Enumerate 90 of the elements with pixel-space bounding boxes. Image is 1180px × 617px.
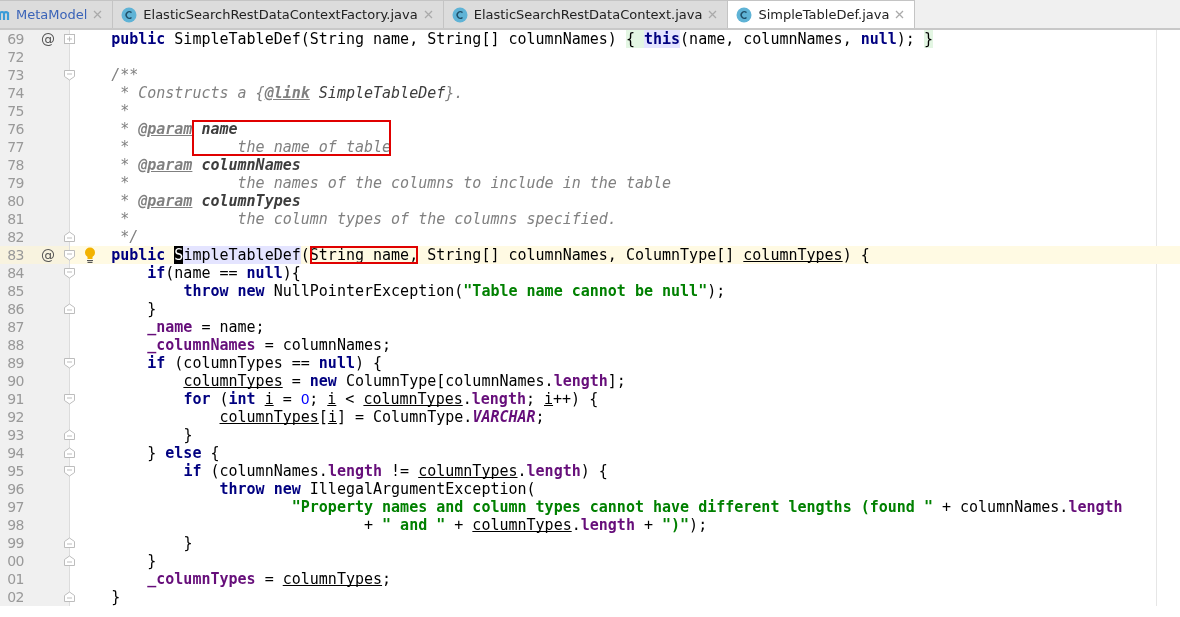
fold-icon[interactable] <box>64 555 75 567</box>
line-number: 97 <box>6 499 24 515</box>
line-number: 00 <box>6 553 24 569</box>
code-line: } <box>182 534 193 552</box>
line-number: 92 <box>6 409 24 425</box>
fold-icon[interactable] <box>64 231 75 243</box>
editor-tab[interactable]: ElasticSearchRestDataContextFactory.java <box>113 0 444 28</box>
code-line: } <box>146 300 157 318</box>
fold-icon[interactable] <box>64 69 75 81</box>
line-number: 91 <box>6 391 24 407</box>
code-line: throw new IllegalArgumentException( <box>218 480 536 498</box>
code-line: _columnTypes = columnTypes; <box>146 570 392 588</box>
class-icon <box>736 6 753 23</box>
code-line: * the column types of the columns specified. <box>119 210 617 228</box>
code-line: throw new NullPointerException("Table name cannot be null"); <box>182 282 726 300</box>
line-number: 75 <box>6 103 24 119</box>
code-line: * the name of table <box>119 138 392 156</box>
code-line: for (int i = 0; i < columnTypes.length; i++) { <box>182 390 599 408</box>
fold-icon[interactable] <box>64 447 75 459</box>
code-line: } else { <box>146 444 220 462</box>
line-number: 87 <box>6 319 24 335</box>
fold-icon[interactable] <box>64 429 75 441</box>
line-number: 80 <box>6 193 24 209</box>
line-number: 72 <box>6 49 24 65</box>
line-number: 96 <box>6 481 24 497</box>
code-line: _columnNames = columnNames; <box>146 336 392 354</box>
code-line: * Constructs a {@link SimpleTableDef}. <box>119 84 464 102</box>
fold-icon[interactable] <box>64 267 75 279</box>
fold-icon[interactable] <box>64 357 75 369</box>
code-line: _name = name; <box>146 318 265 336</box>
line-number: 94 <box>6 445 24 461</box>
fold-icon[interactable] <box>64 537 75 549</box>
code-line: } <box>146 552 157 570</box>
line-number: 01 <box>6 571 24 587</box>
line-number: 77 <box>6 139 24 155</box>
fold-icon[interactable] <box>64 249 75 261</box>
editor-tab[interactable]: ElasticSearchRestDataContext.java <box>443 0 729 28</box>
override-marker[interactable]: @ <box>41 31 55 47</box>
line-number: 88 <box>6 337 24 353</box>
line-number: 84 <box>6 265 24 281</box>
override-marker[interactable]: @ <box>41 247 55 263</box>
code-line: public SimpleTableDef(String name, String[] columnNames) { this(name, columnNames, null); } <box>110 30 933 48</box>
line-number: 73 <box>6 67 24 83</box>
line-number: 76 <box>6 121 24 137</box>
line-number: 86 <box>6 301 24 317</box>
code-line: if(name == null){ <box>146 264 301 282</box>
code-line: columnTypes = new ColumnType[columnNames.length]; <box>182 372 626 390</box>
line-number: 98 <box>6 517 24 533</box>
line-number: 81 <box>6 211 24 227</box>
editor-tab[interactable]: MetaModel <box>0 0 114 28</box>
line-number: 99 <box>6 535 24 551</box>
line-number: 89 <box>6 355 24 371</box>
line-number: 90 <box>6 373 24 389</box>
fold-icon[interactable] <box>64 591 75 603</box>
fold-icon[interactable] <box>64 303 75 315</box>
code-line: "Property names and column types cannot have different lengths (found " + columnNames.length <box>290 498 1123 516</box>
close-icon[interactable] <box>423 10 433 19</box>
line-number: 02 <box>6 589 24 605</box>
close-icon[interactable] <box>93 10 103 19</box>
code-line: + " and " + columnTypes.length + ")"); <box>363 516 708 534</box>
close-icon[interactable] <box>708 10 718 19</box>
close-icon[interactable] <box>895 10 905 19</box>
code-line: columnTypes[i] = ColumnType.VARCHAR; <box>218 408 545 426</box>
code-line: */ <box>119 228 139 246</box>
lightbulb-icon[interactable] <box>84 247 96 263</box>
code-line: } <box>110 588 121 606</box>
fold-icon[interactable] <box>64 393 75 405</box>
code-line: if (columnNames.length != columnTypes.length) { <box>182 462 608 480</box>
line-number: 85 <box>6 283 24 299</box>
class-icon <box>451 6 468 23</box>
code-line: /** <box>110 66 139 84</box>
line-number: 78 <box>6 157 24 173</box>
fold-icon[interactable] <box>64 465 75 477</box>
line-number: 83 <box>6 247 24 263</box>
fold-expand-icon[interactable] <box>64 33 75 45</box>
code-line: if (columnTypes == null) { <box>146 354 383 372</box>
class-icon <box>121 6 138 23</box>
line-number: 95 <box>6 463 24 479</box>
editor-tab[interactable]: SimpleTableDef.java <box>728 0 916 28</box>
line-number: 74 <box>6 85 24 101</box>
line-number: 93 <box>6 427 24 443</box>
line-number: 69 <box>6 31 24 47</box>
code-line: * @param columnTypes <box>119 192 301 210</box>
code-line: * <box>119 102 130 120</box>
line-number: 82 <box>6 229 24 245</box>
line-number: 79 <box>6 175 24 191</box>
code-line: * @param columnNames <box>119 156 301 174</box>
code-line: * the names of the columns to include in the table <box>119 174 672 192</box>
code-line: * @param name <box>70 120 392 138</box>
code-line: } <box>182 426 193 444</box>
